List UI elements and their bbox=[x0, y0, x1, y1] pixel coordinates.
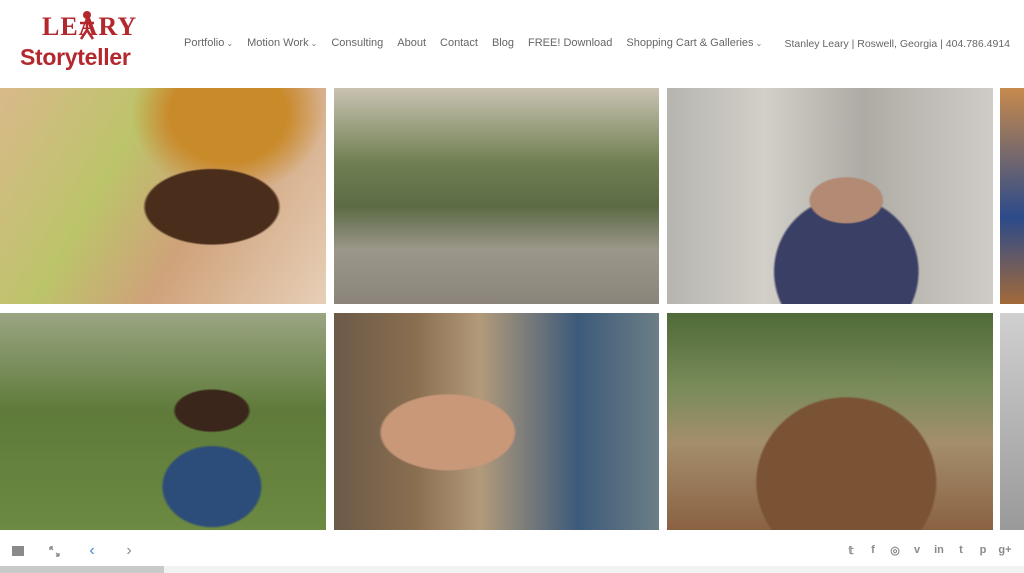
linkedin-icon[interactable]: in bbox=[932, 544, 946, 557]
nav-shopping-cart[interactable]: Shopping Cart & Galleries ⌄ bbox=[626, 37, 762, 49]
grid-icon[interactable] bbox=[10, 543, 26, 559]
logo-line1: LEARY bbox=[42, 12, 138, 41]
site-header: LEARY Storyteller Portfolio ⌄ Motion Work… bbox=[0, 0, 1024, 88]
gallery-photo[interactable] bbox=[334, 313, 659, 530]
facebook-icon[interactable]: f bbox=[866, 544, 880, 557]
nav-blog[interactable]: Blog bbox=[492, 37, 514, 49]
nav-portfolio[interactable]: Portfolio ⌄ bbox=[184, 37, 233, 49]
main-nav: Portfolio ⌄ Motion Work ⌄ Consulting About… bbox=[184, 37, 776, 49]
googleplus-icon[interactable]: g+ bbox=[998, 544, 1012, 557]
gallery-scroll-track[interactable] bbox=[0, 566, 1024, 573]
gallery-photo[interactable] bbox=[334, 88, 659, 304]
contact-info: Stanley Leary | Roswell, Georgia | 404.7… bbox=[784, 38, 1010, 50]
gallery-photo[interactable] bbox=[667, 313, 993, 530]
chevron-left-icon[interactable]: ‹ bbox=[84, 542, 100, 559]
chevron-down-icon: ⌄ bbox=[226, 38, 234, 48]
gallery-photo[interactable] bbox=[667, 88, 993, 304]
gallery-photo[interactable] bbox=[1000, 313, 1024, 530]
chevron-down-icon: ⌄ bbox=[310, 38, 318, 48]
logo-line2: Storyteller bbox=[20, 44, 131, 70]
social-links: 𝕥 f ◎ v in t p g+ bbox=[844, 544, 1012, 557]
fullscreen-icon[interactable] bbox=[46, 543, 62, 559]
gallery-photo[interactable] bbox=[0, 313, 326, 530]
instagram-icon[interactable]: ◎ bbox=[888, 544, 902, 557]
photo-gallery bbox=[0, 88, 1024, 530]
vimeo-icon[interactable]: v bbox=[910, 544, 924, 557]
nav-consulting[interactable]: Consulting bbox=[331, 37, 383, 49]
chevron-right-icon[interactable]: › bbox=[121, 542, 137, 559]
twitter-icon[interactable]: 𝕥 bbox=[844, 544, 858, 557]
chevron-down-icon: ⌄ bbox=[755, 38, 763, 48]
tumblr-icon[interactable]: t bbox=[954, 544, 968, 557]
nav-free-download[interactable]: FREE! Download bbox=[528, 37, 612, 49]
gallery-photo[interactable] bbox=[1000, 88, 1024, 304]
gallery-photo[interactable] bbox=[0, 88, 326, 304]
pinterest-icon[interactable]: p bbox=[976, 544, 990, 557]
nav-about[interactable]: About bbox=[397, 37, 426, 49]
site-logo[interactable]: LEARY Storyteller bbox=[20, 10, 145, 76]
nav-motion-work[interactable]: Motion Work ⌄ bbox=[247, 37, 317, 49]
gallery-scroll-thumb[interactable] bbox=[0, 566, 164, 573]
nav-contact[interactable]: Contact bbox=[440, 37, 478, 49]
